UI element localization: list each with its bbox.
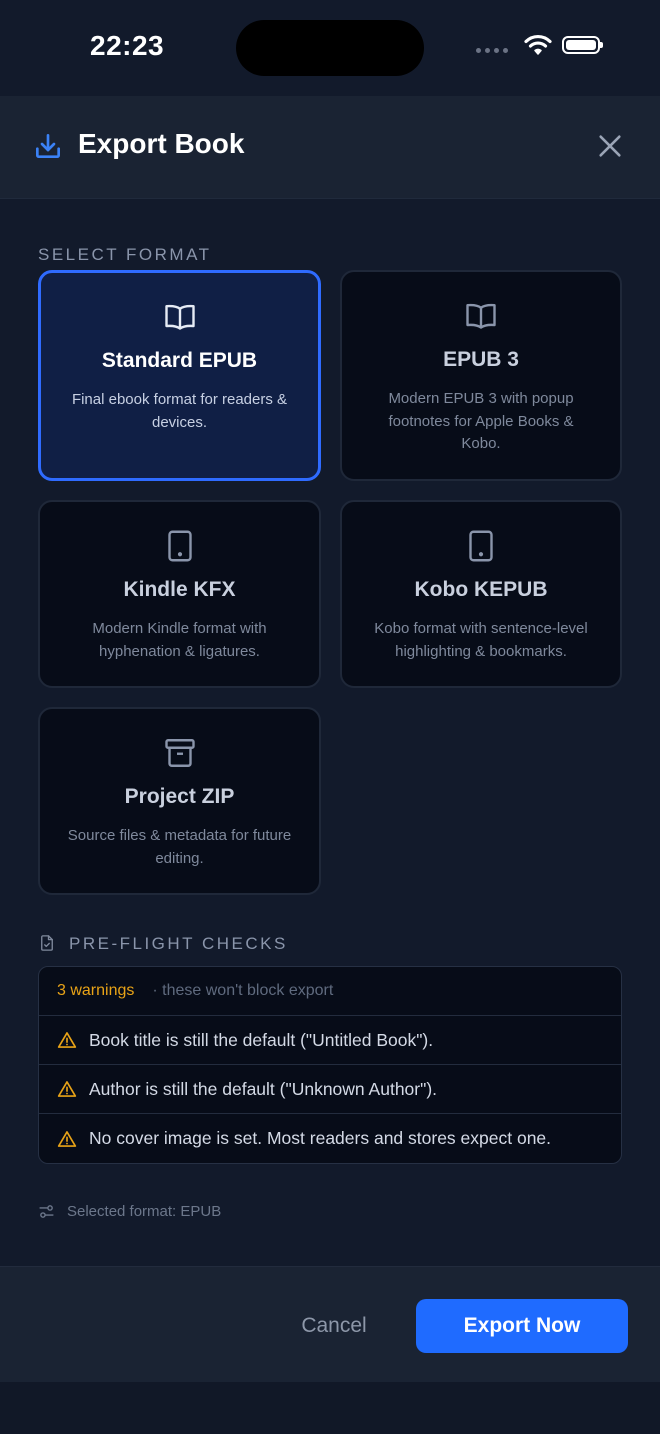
format-card-description: Final ebook format for readers & devices…: [71, 391, 288, 431]
dynamic-island: [236, 20, 424, 76]
export-now-button[interactable]: Export Now: [416, 1299, 628, 1353]
cancel-button[interactable]: Cancel: [282, 1299, 386, 1353]
format-card-project-zip[interactable]: Project ZIP Source files & metadata for …: [38, 707, 321, 895]
archive-icon: [164, 739, 195, 767]
warning-triangle-icon: [57, 1032, 77, 1048]
format-card-kindle-kfx[interactable]: Kindle KFX Modern Kindle format with hyp…: [38, 500, 321, 688]
warning-note: · these won't block export: [152, 982, 334, 999]
warning-text: Author is still the default ("Unknown Au…: [89, 1078, 438, 1099]
tablet-icon: [167, 530, 192, 562]
warning-text: Book title is still the default ("Untitl…: [89, 1029, 434, 1050]
warning-count: 3 warnings: [57, 982, 135, 999]
format-card-standard-epub[interactable]: Standard EPUB Final ebook format for rea…: [38, 270, 321, 481]
format-card-title: Kobo KEPUB: [414, 578, 548, 601]
export-book-screen: 22:23 Export Book SELECT FORMAT Standard…: [0, 0, 660, 1434]
file-check-icon: [41, 935, 53, 951]
dialog-header: Export Book: [0, 96, 660, 199]
format-card-description: Modern EPUB 3 with popup footnotes for A…: [388, 390, 574, 452]
format-card-title: EPUB 3: [443, 348, 519, 371]
selected-format-indicator: Selected format: EPUB: [38, 1203, 221, 1220]
format-card-description: Source files & metadata for future editi…: [67, 827, 292, 867]
format-card-kobo-kepub[interactable]: Kobo KEPUB Kobo format with sentence-lev…: [340, 500, 622, 688]
warning-row: Author is still the default ("Unknown Au…: [39, 1065, 621, 1114]
format-card-title: Standard EPUB: [101, 349, 258, 372]
dialog-footer: Cancel Export Now: [0, 1266, 660, 1383]
battery-icon: [562, 36, 603, 54]
format-card-title: Project ZIP: [124, 785, 235, 808]
pre-flight-checks-label: PRE-FLIGHT CHECKS: [69, 934, 288, 953]
warning-row: No cover image is set. Most readers and …: [39, 1114, 621, 1163]
warning-triangle-icon: [57, 1081, 77, 1097]
download-icon: [36, 134, 60, 158]
status-icons: [476, 34, 603, 56]
sliders-icon: [39, 1205, 54, 1218]
status-time: 22:23: [90, 30, 165, 61]
warning-row: Book title is still the default ("Untitl…: [39, 1016, 621, 1065]
warning-text: No cover image is set. Most readers and …: [89, 1128, 552, 1148]
book-open-icon: [164, 304, 195, 330]
format-card-epub3[interactable]: EPUB 3 Modern EPUB 3 with popup footnote…: [340, 270, 622, 481]
tablet-icon: [469, 530, 493, 562]
status-bar: 22:23: [0, 0, 660, 96]
format-card-description: Modern Kindle format with hyphenation & …: [92, 620, 267, 660]
close-icon[interactable]: [596, 132, 624, 160]
cellular-signal-icon: [476, 47, 508, 53]
book-open-icon: [466, 303, 496, 329]
checks-summary-row: 3 warnings · these won't block export: [39, 967, 621, 1016]
pre-flight-checks-list: 3 warnings · these won't block export Bo…: [38, 966, 622, 1164]
format-card-description: Kobo format with sentence-level highligh…: [374, 620, 588, 660]
selected-format-text: Selected format: EPUB: [67, 1203, 222, 1220]
warning-triangle-icon: [57, 1130, 77, 1147]
format-card-title: Kindle KFX: [123, 578, 236, 601]
bottom-safe-area: [0, 1382, 660, 1434]
select-format-label: SELECT FORMAT: [38, 245, 212, 264]
wifi-icon: [524, 34, 552, 55]
dialog-title: Export Book: [78, 128, 245, 159]
